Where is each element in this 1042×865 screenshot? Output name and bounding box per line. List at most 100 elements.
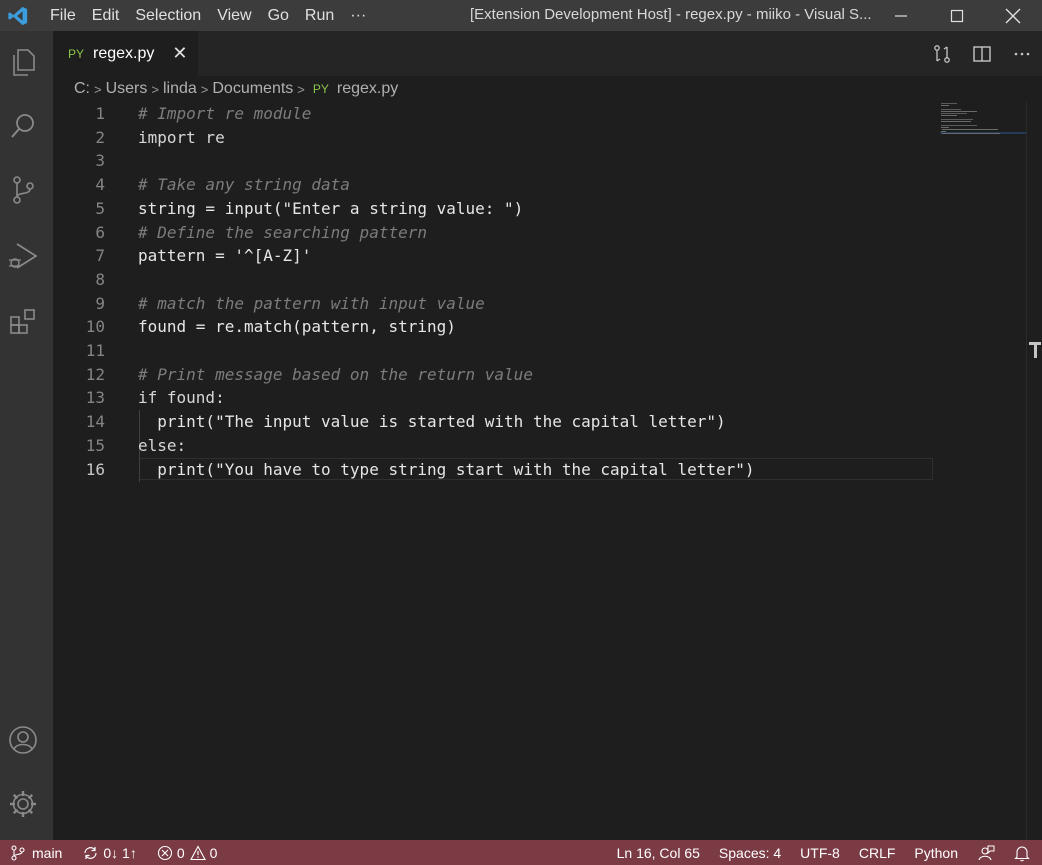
branch-indicator[interactable]: main xyxy=(10,845,62,861)
code-line-current: 16 print("You have to type string start … xyxy=(53,457,933,482)
notifications-button[interactable] xyxy=(1014,844,1030,862)
feedback-button[interactable] xyxy=(977,844,995,862)
sync-status: 0↓ 1↑ xyxy=(103,844,137,861)
code-text: # Take any string data xyxy=(138,175,350,195)
chevron-right-icon: > xyxy=(94,81,102,97)
line-number: 12 xyxy=(85,364,105,384)
source-control-button[interactable] xyxy=(0,167,46,213)
editor-actions xyxy=(922,31,1042,76)
code-line: 8 xyxy=(53,268,933,292)
menu-more[interactable]: ··· xyxy=(342,0,374,31)
accounts-button[interactable] xyxy=(0,717,46,763)
window-title: [Extension Development Host] - regex.py … xyxy=(470,6,872,23)
breadcrumb-drive[interactable]: C: xyxy=(74,80,90,98)
line-number: 7 xyxy=(95,246,105,266)
language-mode[interactable]: Python xyxy=(914,845,958,861)
breadcrumb-file[interactable]: regex.py xyxy=(337,80,398,98)
gear-icon xyxy=(10,791,36,817)
tab-label: regex.py xyxy=(93,44,155,62)
menu-edit[interactable]: Edit xyxy=(84,0,128,31)
run-debug-icon xyxy=(9,243,38,269)
code-line: 14 print("The input value is started wit… xyxy=(53,410,933,434)
menu-selection[interactable]: Selection xyxy=(127,0,209,31)
menu-go[interactable]: Go xyxy=(260,0,297,31)
git-branch-icon xyxy=(11,844,25,861)
chevron-right-icon: > xyxy=(151,81,159,97)
status-bar: main 0↓ 1↑ 0 0 Ln 16, Col 65 Spaces: 4 U… xyxy=(0,840,1042,865)
split-editor-button[interactable] xyxy=(962,39,1002,69)
extensions-icon xyxy=(10,309,35,334)
minimap[interactable] xyxy=(940,102,1026,142)
bell-icon xyxy=(1014,846,1030,861)
source-control-icon xyxy=(13,176,34,204)
line-number: 6 xyxy=(95,222,105,242)
breadcrumb-documents[interactable]: Documents xyxy=(212,80,293,98)
code-line: 1 # Import re module xyxy=(53,102,933,126)
menu-file[interactable]: File xyxy=(42,0,84,31)
breadcrumb-linda[interactable]: linda xyxy=(163,80,197,98)
problems-indicator[interactable]: 0 0 xyxy=(157,844,218,861)
error-count: 0 xyxy=(176,844,185,861)
close-window-button[interactable] xyxy=(990,0,1036,31)
warning-icon xyxy=(189,844,206,860)
end-of-line[interactable]: CRLF xyxy=(859,845,896,861)
code-line: 15 else: xyxy=(53,434,933,458)
sync-icon xyxy=(84,846,97,859)
files-icon xyxy=(13,49,35,76)
title-bar: File Edit Selection View Go Run ··· [Ext… xyxy=(0,0,1042,31)
python-file-icon: PY xyxy=(68,46,85,61)
line-number: 15 xyxy=(85,435,105,455)
indentation[interactable]: Spaces: 4 xyxy=(719,845,781,861)
vertical-scrollbar[interactable] xyxy=(1026,102,1042,840)
code-text: # match the pattern with input value xyxy=(138,293,485,313)
cursor-position[interactable]: Ln 16, Col 65 xyxy=(617,845,700,861)
encoding[interactable]: UTF-8 xyxy=(800,845,840,861)
code-text: else: xyxy=(138,435,187,455)
explorer-button[interactable] xyxy=(0,39,46,85)
code-line: 11 xyxy=(53,339,933,363)
menu-run[interactable]: Run xyxy=(297,0,342,31)
code-text: if found: xyxy=(138,388,225,408)
breadcrumb-users[interactable]: Users xyxy=(106,80,148,98)
code-line: 6 # Define the searching pattern xyxy=(53,221,933,245)
code-line: 7 pattern = '^[A-Z]' xyxy=(53,244,933,268)
line-number: 3 xyxy=(95,151,105,171)
vscode-logo-icon xyxy=(4,4,32,28)
line-number: 4 xyxy=(95,175,105,195)
search-button[interactable] xyxy=(0,103,46,149)
minimize-icon xyxy=(895,14,907,17)
line-number: 14 xyxy=(85,412,105,432)
code-text: string = input("Enter a string value: ") xyxy=(138,198,524,218)
tab-regex-py[interactable]: PY regex.py ✕ xyxy=(53,31,198,76)
line-number: 13 xyxy=(85,388,105,408)
line-number: 11 xyxy=(85,341,105,360)
maximize-button[interactable] xyxy=(934,0,980,31)
menu-view[interactable]: View xyxy=(209,0,259,31)
tab-close-icon[interactable]: ✕ xyxy=(172,44,187,63)
line-number: 10 xyxy=(85,317,105,337)
extensions-button[interactable] xyxy=(0,299,46,345)
code-text: import re xyxy=(138,127,225,147)
feedback-icon xyxy=(978,845,995,860)
manage-button[interactable] xyxy=(0,781,46,827)
chevron-right-icon: > xyxy=(200,81,209,97)
tabs-bar: PY regex.py ✕ xyxy=(53,31,1042,76)
code-line: 5 string = input("Enter a string value: "… xyxy=(53,197,933,221)
search-icon xyxy=(11,114,34,138)
warning-count: 0 xyxy=(209,844,218,861)
code-line: 3 xyxy=(53,149,933,173)
more-actions-button[interactable] xyxy=(1002,39,1042,69)
sync-indicator[interactable]: 0↓ 1↑ xyxy=(82,844,137,861)
code-line: 2 import re xyxy=(53,126,933,150)
status-bar-right: Ln 16, Col 65 Spaces: 4 UTF-8 CRLF Pytho… xyxy=(598,840,1030,865)
activity-bar xyxy=(0,31,53,840)
line-number: 1 xyxy=(95,104,105,123)
code-editor[interactable]: 1 # Import re module 2 import re 3 4 # Take… xyxy=(53,102,1028,840)
close-icon xyxy=(1005,8,1021,23)
more-icon xyxy=(1014,52,1030,55)
minimize-button[interactable] xyxy=(878,0,924,31)
error-icon xyxy=(157,845,172,860)
code-text: pattern = '^[A-Z]' xyxy=(138,246,312,266)
open-changes-button[interactable] xyxy=(922,39,962,69)
run-debug-button[interactable] xyxy=(0,233,46,279)
